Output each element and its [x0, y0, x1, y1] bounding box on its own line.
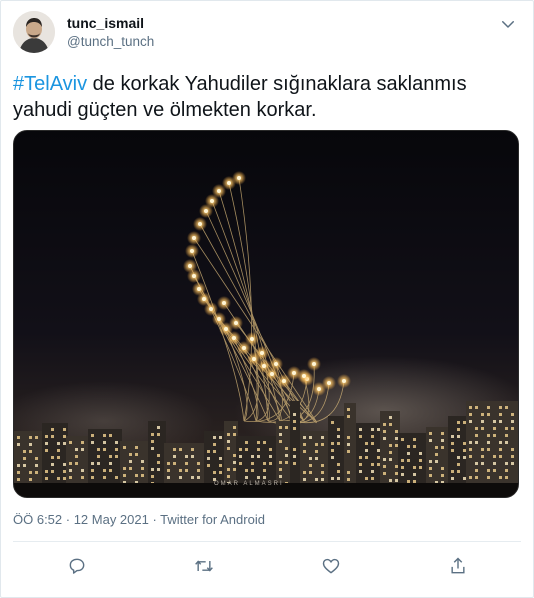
more-options-button[interactable]	[497, 13, 519, 35]
author-handle[interactable]: @tunch_tunch	[67, 32, 154, 52]
author-display-name[interactable]: tunc_ismail	[67, 14, 154, 32]
night-sky-photo: OMAR ALMASRI	[14, 131, 518, 497]
tweet-timestamp-source[interactable]: ÖÖ 6:52 · 12 May 2021 · Twitter for Andr…	[13, 512, 265, 527]
chevron-down-icon	[502, 21, 514, 28]
tweet-media-image[interactable]: OMAR ALMASRI	[13, 130, 519, 498]
avatar-image	[13, 11, 55, 53]
divider	[13, 541, 521, 542]
tweet-card: tunc_ismail @tunch_tunch #TelAviv de kor…	[0, 0, 534, 598]
tweet-text: #TelAviv de korkak Yahudiler sığınaklara…	[13, 71, 513, 123]
hashtag-link[interactable]: #TelAviv	[13, 73, 87, 95]
photo-credit: OMAR ALMASRI	[214, 481, 284, 487]
like-icon	[322, 558, 339, 574]
author-names: tunc_ismail @tunch_tunch	[67, 14, 154, 52]
share-icon	[450, 557, 465, 574]
reply-button[interactable]	[60, 549, 94, 583]
avatar[interactable]	[13, 11, 55, 53]
retweet-button[interactable]	[187, 549, 221, 583]
share-button[interactable]	[441, 549, 475, 583]
action-bar	[13, 549, 521, 583]
retweet-icon	[194, 560, 213, 572]
like-button[interactable]	[314, 549, 348, 583]
reply-icon	[69, 558, 84, 574]
tweet-header: tunc_ismail @tunch_tunch	[13, 11, 521, 55]
